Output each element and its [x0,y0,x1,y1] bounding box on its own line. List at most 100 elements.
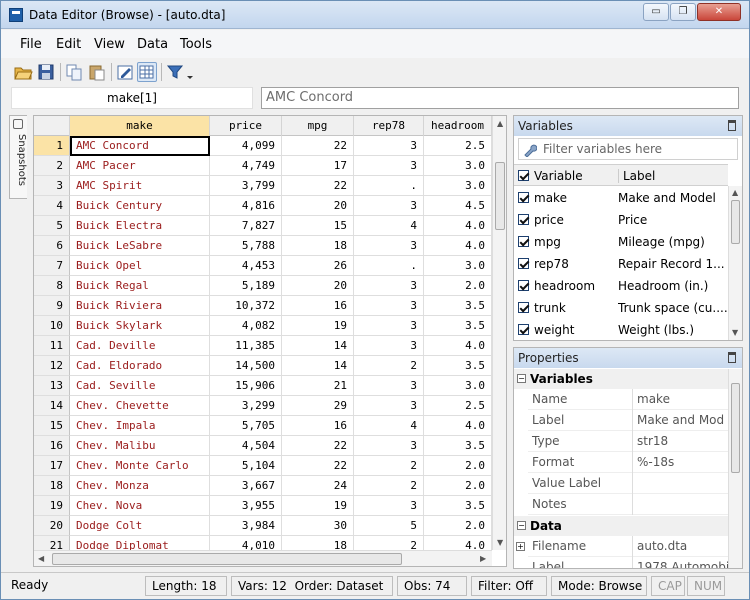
browse-icon[interactable] [137,62,157,82]
cell-rep78[interactable]: 3 [354,336,424,356]
paste-icon[interactable] [87,62,107,82]
property-row[interactable]: Value Label [528,473,728,494]
variables-scroll-thumb[interactable] [731,200,740,244]
cell-rep78[interactable]: 3 [354,196,424,216]
column-header-price[interactable]: price [210,116,282,136]
snapshots-tab[interactable]: Snapshots [9,115,27,199]
cell-make[interactable]: Chev. Impala [70,416,210,436]
menu-edit[interactable]: Edit [56,37,81,52]
property-row[interactable]: Label Make and Mod [528,410,728,431]
cell-rep78[interactable]: 2 [354,356,424,376]
select-all-checkbox[interactable] [518,170,529,181]
variable-checkbox[interactable] [518,192,529,203]
variable-row[interactable]: rep78 Repair Record 1... [514,253,728,275]
variable-row[interactable]: trunk Trunk space (cu.... [514,297,728,319]
cell-mpg[interactable]: 15 [282,216,354,236]
cell-make[interactable]: Buick Electra [70,216,210,236]
cell-mpg[interactable]: 20 [282,276,354,296]
cell-mpg[interactable]: 22 [282,456,354,476]
cell-headroom[interactable]: 3.5 [424,316,492,336]
variable-row[interactable]: mpg Mileage (mpg) [514,231,728,253]
property-row[interactable]: Name make [528,389,728,410]
menu-data[interactable]: Data [137,37,168,52]
cell-headroom[interactable]: 2.5 [424,396,492,416]
cell-rep78[interactable]: 3 [354,296,424,316]
cell-headroom[interactable]: 3.0 [424,256,492,276]
pin-icon[interactable] [728,352,736,363]
cell-make[interactable]: AMC Pacer [70,156,210,176]
cell-make[interactable]: AMC Spirit [70,176,210,196]
cell-headroom[interactable]: 3.5 [424,436,492,456]
column-label[interactable]: Label [618,169,655,183]
collapse-icon[interactable]: − [517,521,526,530]
cell-mpg[interactable]: 17 [282,156,354,176]
cell-price[interactable]: 3,955 [210,496,282,516]
row-number[interactable]: 19 [34,496,70,516]
cell-make[interactable]: Buick Riviera [70,296,210,316]
cell-headroom[interactable]: 2.0 [424,476,492,496]
scroll-up-icon[interactable]: ▲ [497,119,503,128]
cell-headroom[interactable]: 2.0 [424,456,492,476]
cell-rep78[interactable]: 3 [354,276,424,296]
cell-headroom[interactable]: 4.0 [424,236,492,256]
row-number[interactable]: 13 [34,376,70,396]
row-number[interactable]: 6 [34,236,70,256]
cell-price[interactable]: 4,816 [210,196,282,216]
grid-horizontal-scrollbar[interactable]: ◀ ▶ [34,550,492,566]
row-number[interactable]: 5 [34,216,70,236]
cell-mpg[interactable]: 30 [282,516,354,536]
cell-rep78[interactable]: 3 [354,136,424,156]
cell-make[interactable]: Buick Century [70,196,210,216]
cell-price[interactable]: 4,453 [210,256,282,276]
variable-row[interactable]: headroom Headroom (in.) [514,275,728,297]
cell-mpg[interactable]: 19 [282,316,354,336]
cell-headroom[interactable]: 2.0 [424,276,492,296]
cell-price[interactable]: 3,299 [210,396,282,416]
cell-make[interactable]: Cad. Deville [70,336,210,356]
variable-checkbox[interactable] [518,214,529,225]
column-variable[interactable]: Variable [534,169,583,183]
property-value[interactable]: make [632,389,728,410]
property-value[interactable]: Make and Mod [632,410,728,431]
cell-headroom[interactable]: 4.5 [424,196,492,216]
row-number[interactable]: 7 [34,256,70,276]
properties-section-data[interactable]: − Data [514,516,728,536]
row-number[interactable]: 3 [34,176,70,196]
variable-checkbox[interactable] [518,324,529,335]
menu-view[interactable]: View [94,37,125,52]
cell-headroom[interactable]: 3.0 [424,376,492,396]
cell-make[interactable]: Chev. Malibu [70,436,210,456]
cell-rep78[interactable]: . [354,176,424,196]
row-number[interactable]: 9 [34,296,70,316]
cell-price[interactable]: 3,799 [210,176,282,196]
cell-price[interactable]: 5,104 [210,456,282,476]
pin-icon[interactable] [728,120,736,131]
cell-rep78[interactable]: 3 [354,396,424,416]
maximize-button[interactable]: ❐ [670,3,696,21]
variables-scrollbar[interactable]: ▲ ▼ [728,186,742,340]
property-value[interactable] [632,494,728,515]
cell-headroom[interactable]: 4.0 [424,416,492,436]
row-number[interactable]: 18 [34,476,70,496]
filter-icon[interactable] [165,62,185,82]
cell-rep78[interactable]: 3 [354,156,424,176]
property-value[interactable]: str18 [632,431,728,452]
cell-headroom[interactable]: 3.5 [424,356,492,376]
cell-price[interactable]: 15,906 [210,376,282,396]
scroll-right-icon[interactable]: ▶ [480,554,486,563]
cell-make[interactable]: Buick Skylark [70,316,210,336]
cell-mpg[interactable]: 14 [282,356,354,376]
cell-rep78[interactable]: 3 [354,376,424,396]
cell-price[interactable]: 4,504 [210,436,282,456]
cell-mpg[interactable]: 16 [282,416,354,436]
cell-headroom[interactable]: 3.5 [424,496,492,516]
variable-row[interactable]: make Make and Model [514,187,728,209]
column-header-make[interactable]: make [70,116,210,136]
cell-mpg[interactable]: 22 [282,436,354,456]
cell-price[interactable]: 7,827 [210,216,282,236]
cell-mpg[interactable]: 18 [282,236,354,256]
row-number[interactable]: 2 [34,156,70,176]
row-number[interactable]: 16 [34,436,70,456]
row-number[interactable]: 17 [34,456,70,476]
row-number[interactable]: 1 [34,136,70,156]
